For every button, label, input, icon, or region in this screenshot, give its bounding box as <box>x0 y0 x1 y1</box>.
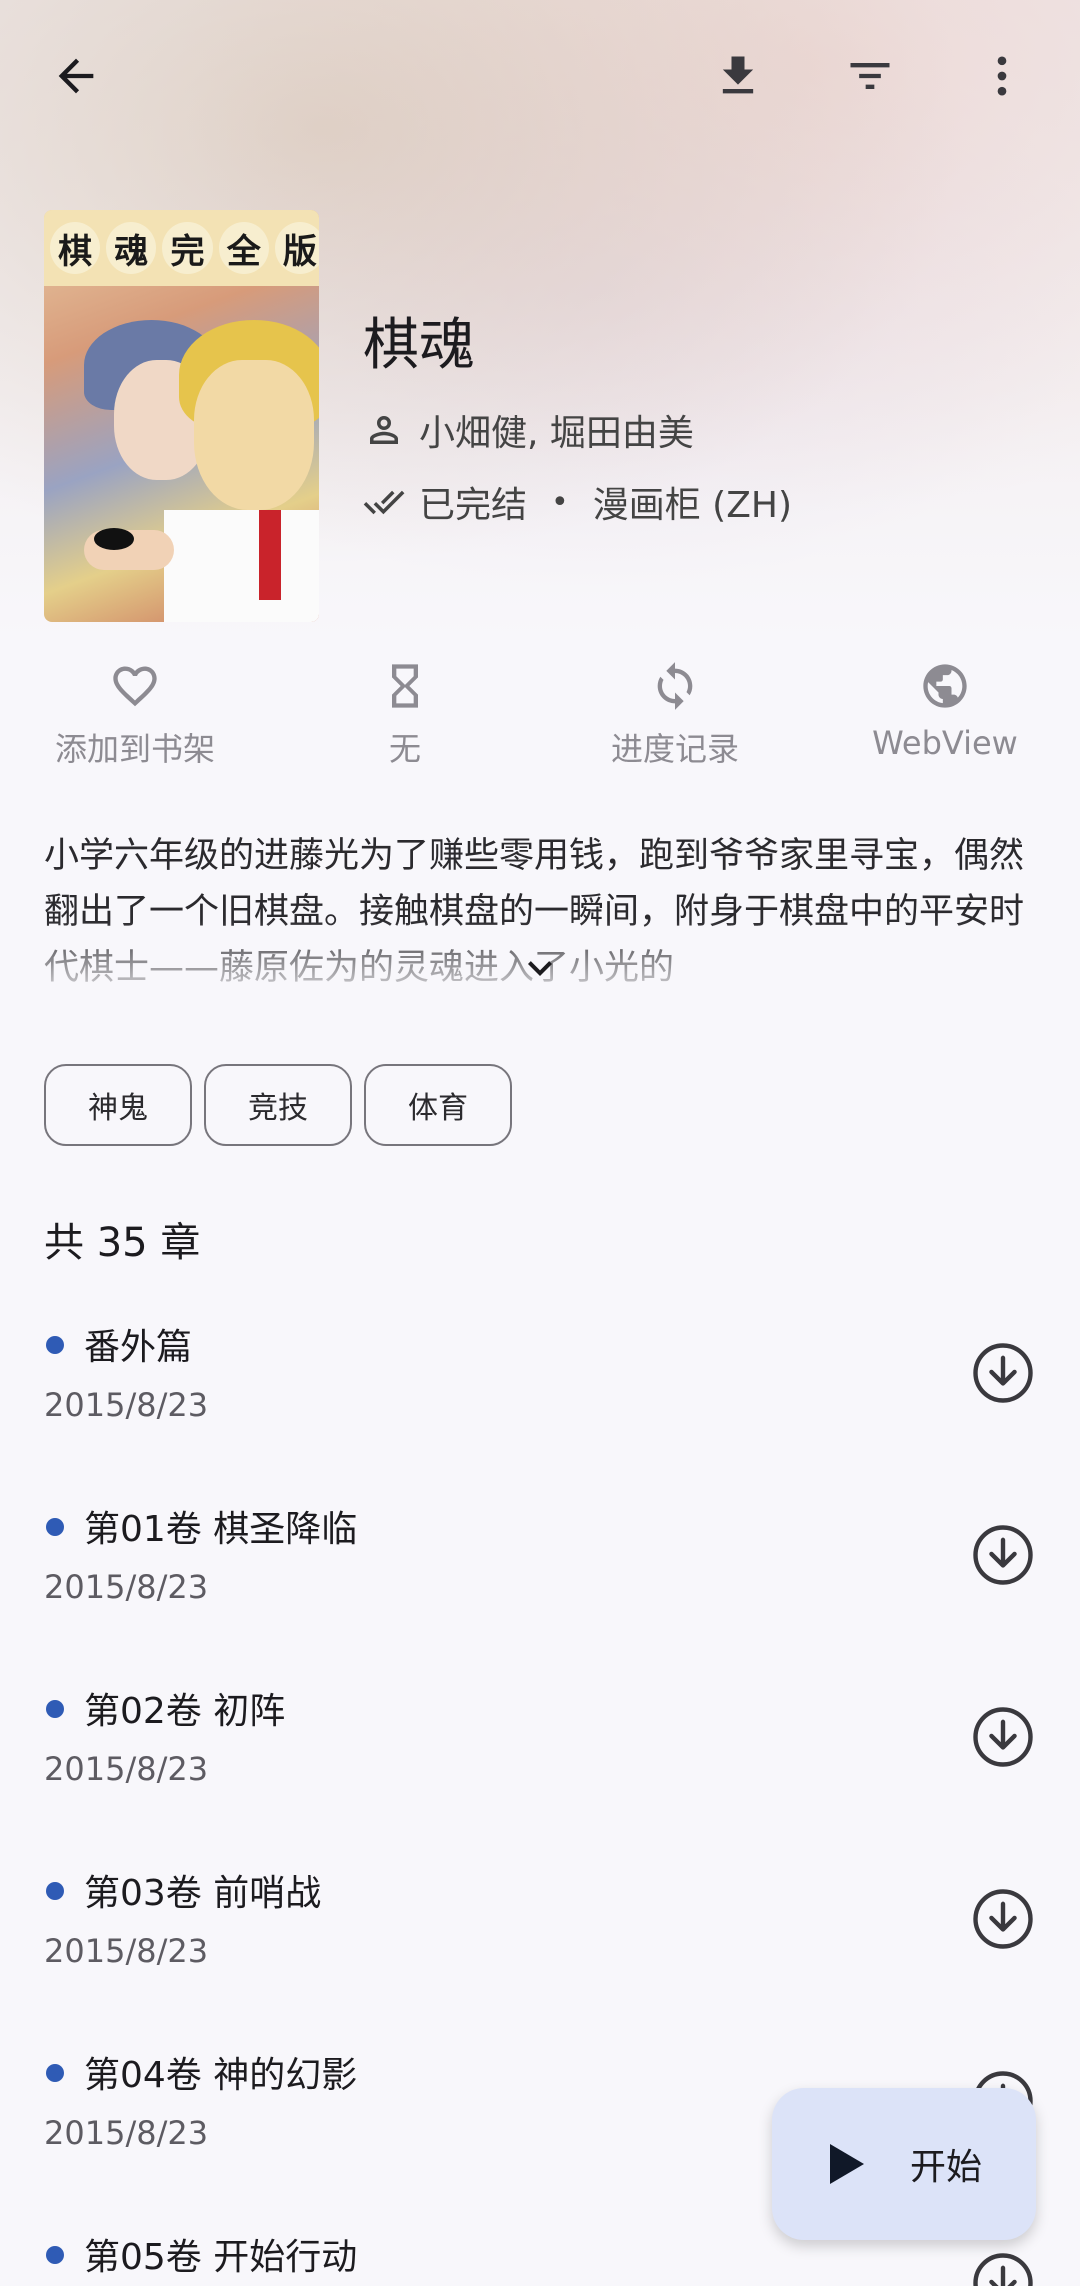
download-chapter-icon[interactable] <box>970 2250 1036 2286</box>
unread-indicator <box>46 1882 64 1900</box>
download-chapter-icon[interactable] <box>970 1340 1036 1406</box>
done-all-icon <box>363 490 405 515</box>
play-icon <box>829 2144 864 2184</box>
chapter-item[interactable]: 番外篇 2015/8/23 <box>0 1300 1080 1480</box>
download-chapter-icon[interactable] <box>970 1886 1036 1952</box>
genre-tag[interactable]: 竞技 <box>204 1064 352 1146</box>
start-reading-button[interactable]: 开始 <box>772 2088 1036 2240</box>
tracking-button[interactable]: 进度记录 <box>540 660 810 790</box>
chapter-date: 2015/8/23 <box>44 1568 209 1606</box>
download-icon <box>722 56 754 94</box>
chapter-date: 2015/8/23 <box>44 1386 209 1424</box>
update-interval-button[interactable]: 无 <box>270 660 540 790</box>
chapter-count: 共 35 章 <box>44 1220 201 1266</box>
more-options-button[interactable] <box>954 28 1050 124</box>
genre-tags: 神鬼 竞技 体育 <box>44 1064 512 1146</box>
chapter-name: 第02卷 初阵 <box>84 1691 286 1732</box>
author-row[interactable]: 小畑健, 堀田由美 <box>363 404 694 456</box>
chapter-name: 第01卷 棋圣降临 <box>84 1509 358 1550</box>
download-chapter-icon[interactable] <box>970 1704 1036 1770</box>
person-icon <box>370 416 398 444</box>
chapter-name: 番外篇 <box>84 1327 193 1368</box>
arrow-back-icon <box>58 58 94 94</box>
genre-tag[interactable]: 体育 <box>364 1064 512 1146</box>
hourglass-icon <box>392 664 418 708</box>
chapter-date: 2015/8/23 <box>44 1750 209 1788</box>
top-app-bar <box>0 0 1080 156</box>
source-text: 漫画柜 (ZH) <box>592 485 792 526</box>
start-reading-label: 开始 <box>909 2147 982 2188</box>
back-button[interactable] <box>28 28 124 124</box>
manga-cover[interactable]: 棋 魂 完 全 版 <box>44 210 319 622</box>
heart-icon <box>113 666 157 707</box>
download-button[interactable] <box>690 28 786 124</box>
add-to-library-button[interactable]: 添加到书架 <box>0 660 270 790</box>
globe-icon <box>923 664 967 708</box>
more-vert-icon <box>997 56 1007 96</box>
genre-tag[interactable]: 神鬼 <box>44 1064 192 1146</box>
chapter-name: 第05卷 开始行动 <box>84 2237 358 2278</box>
chapter-item[interactable]: 第03卷 前哨战 2015/8/23 <box>0 1846 1080 2026</box>
unread-indicator <box>46 1700 64 1718</box>
separator-dot: • <box>551 484 569 520</box>
webview-button[interactable]: WebView <box>810 660 1080 790</box>
chapter-date: 2015/8/23 <box>44 2114 209 2152</box>
chapter-date: 2015/8/23 <box>44 1932 209 1970</box>
unread-indicator <box>46 2246 64 2264</box>
status-text: 已完结 <box>419 485 528 526</box>
cover-title-band: 棋 魂 完 全 版 <box>44 210 319 286</box>
add-to-library-label: 添加到书架 <box>54 730 215 768</box>
status-row: 已完结 • 漫画柜 (ZH) <box>363 476 792 528</box>
download-chapter-icon[interactable] <box>970 1522 1036 1588</box>
webview-label: WebView <box>872 724 1018 762</box>
chapter-item[interactable]: 第01卷 棋圣降临 2015/8/23 <box>0 1482 1080 1662</box>
unread-indicator <box>46 1336 64 1354</box>
chapter-item[interactable]: 第02卷 初阵 2015/8/23 <box>0 1664 1080 1844</box>
sync-icon <box>657 662 693 710</box>
chapter-name: 第03卷 前哨战 <box>84 1873 322 1914</box>
unread-indicator <box>46 2064 64 2082</box>
update-interval-label: 无 <box>388 730 421 768</box>
manga-title: 棋魂 <box>363 313 475 378</box>
author-text: 小畑健, 堀田由美 <box>419 413 694 454</box>
unread-indicator <box>46 1518 64 1536</box>
tracking-label: 进度记录 <box>610 730 739 768</box>
filter-button[interactable] <box>822 28 918 124</box>
action-row: 添加到书架 无 进度记录 WebView <box>0 660 1080 790</box>
filter-icon <box>850 63 890 89</box>
chapter-name: 第04卷 神的幻影 <box>84 2055 358 2096</box>
expand-more-icon[interactable] <box>516 944 564 992</box>
